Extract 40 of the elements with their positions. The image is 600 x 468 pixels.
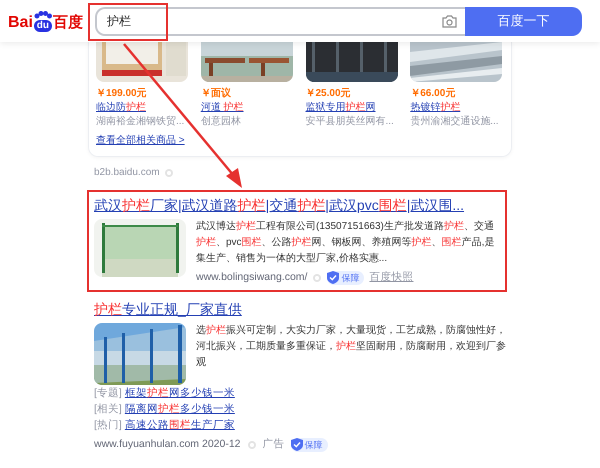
result-url: www.fuyuanhulan.com 2020-12 xyxy=(94,436,241,452)
ad-label: 广告 xyxy=(262,436,285,452)
result-description: 选护栏振兴可定制，大实力厂家，大量现货，工艺成熟，防腐蚀性好，河北振兴，工期质量多重保证，护栏坚固耐用，防腐耐用，欢迎到厂参观 xyxy=(196,324,506,370)
paw-icon xyxy=(32,10,53,20)
result-title[interactable]: 护栏专业正规_厂家直供 xyxy=(94,300,506,318)
shop-name: 安平县朋英丝网有... xyxy=(306,115,395,129)
logo-text: 百度 xyxy=(52,14,83,32)
related-label: [相关] xyxy=(94,402,122,417)
shop-name: 贵州渝湘交通设施... xyxy=(410,115,500,129)
logo-text: Bai xyxy=(8,14,33,32)
info-icon[interactable] xyxy=(246,440,257,450)
price: ￥25.00元 xyxy=(306,87,352,101)
related-label: [专题] xyxy=(94,386,122,401)
camera-icon[interactable] xyxy=(442,14,457,28)
shield-icon xyxy=(327,271,340,284)
guarantee-badge[interactable]: 保障 xyxy=(327,270,364,285)
shop-name: 创意园林 xyxy=(200,115,242,129)
related-link[interactable]: 高速公路围栏生产厂家 xyxy=(124,418,235,433)
product-link[interactable]: 监狱专用护栏网 xyxy=(306,101,400,115)
info-icon[interactable] xyxy=(164,168,174,178)
search-text: 护栏 xyxy=(107,13,132,30)
price: ￥面议 xyxy=(200,87,232,101)
shop-name: 湖南裕金湘钢铁贸... xyxy=(96,115,186,129)
source-url: b2b.baidu.com xyxy=(94,166,160,180)
price: ￥199.00元 xyxy=(96,87,148,101)
baidu-logo[interactable]: Bai du 百度 xyxy=(8,10,84,32)
product-link[interactable]: 热镀锌护栏 xyxy=(410,101,504,115)
search-button[interactable]: 百度一下 xyxy=(465,6,582,36)
result-description: 武汉博达护栏工程有限公司(13507151663)生产批发道路护栏、交通 护栏、pvc围栏、公路护栏网、钢板网、养殖网等护栏、围栏产品,是集生产、销售为一体的大型厂家,价格实惠... xyxy=(196,220,496,266)
logo-text: du xyxy=(34,20,52,32)
product-link[interactable]: 临边防护栏 xyxy=(96,101,190,115)
price: ￥66.00元 xyxy=(410,87,456,101)
guarantee-badge[interactable]: 保障 xyxy=(290,438,328,452)
result-url: www.bolingsiwang.com/ xyxy=(196,270,308,285)
search-field[interactable]: 护栏 xyxy=(95,6,465,36)
shield-icon xyxy=(290,438,303,452)
related-label: [热门] xyxy=(94,418,122,433)
more-products-link[interactable]: 查看全部相关商品 > xyxy=(96,134,504,148)
info-icon[interactable] xyxy=(312,272,322,283)
product-link[interactable]: 河道 护栏 xyxy=(200,101,294,115)
